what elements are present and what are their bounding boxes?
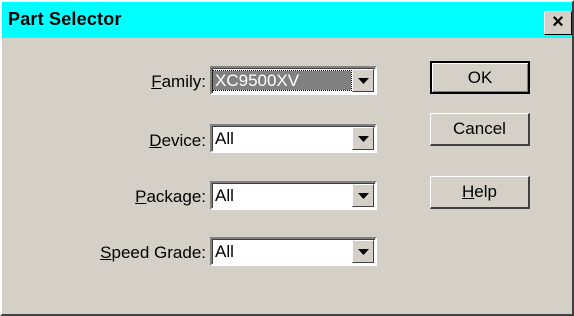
device-value: All xyxy=(215,129,234,148)
device-label: Device: xyxy=(149,131,206,150)
package-combobox[interactable]: All xyxy=(210,181,377,210)
device-dropdown-button[interactable] xyxy=(352,127,374,150)
window-title: Part Selector xyxy=(8,9,122,29)
chevron-down-icon xyxy=(358,136,369,142)
chevron-down-icon xyxy=(358,78,369,84)
part-selector-dialog: Part Selector × Family: XC9500XV Device:… xyxy=(0,0,574,316)
chevron-down-icon xyxy=(358,193,369,199)
ok-button[interactable]: OK xyxy=(430,61,530,94)
cancel-button[interactable]: Cancel xyxy=(430,113,530,146)
speed-grade-combobox[interactable]: All xyxy=(210,237,377,266)
family-combobox[interactable]: XC9500XV xyxy=(210,66,377,95)
package-label: Package: xyxy=(135,187,206,206)
speed-grade-value: All xyxy=(215,242,234,261)
device-combobox[interactable]: All xyxy=(210,124,377,153)
speed-grade-label: Speed Grade: xyxy=(100,243,206,262)
package-value: All xyxy=(215,186,234,205)
family-label: Family: xyxy=(151,72,206,91)
package-dropdown-button[interactable] xyxy=(352,184,374,207)
help-button[interactable]: Help xyxy=(430,176,530,209)
close-icon: × xyxy=(552,11,564,33)
speed-grade-dropdown-button[interactable] xyxy=(352,240,374,263)
title-bar[interactable]: Part Selector × xyxy=(2,2,572,38)
close-button[interactable]: × xyxy=(544,11,572,35)
family-value: XC9500XV xyxy=(212,70,352,91)
chevron-down-icon xyxy=(358,249,369,255)
family-dropdown-button[interactable] xyxy=(352,69,374,92)
